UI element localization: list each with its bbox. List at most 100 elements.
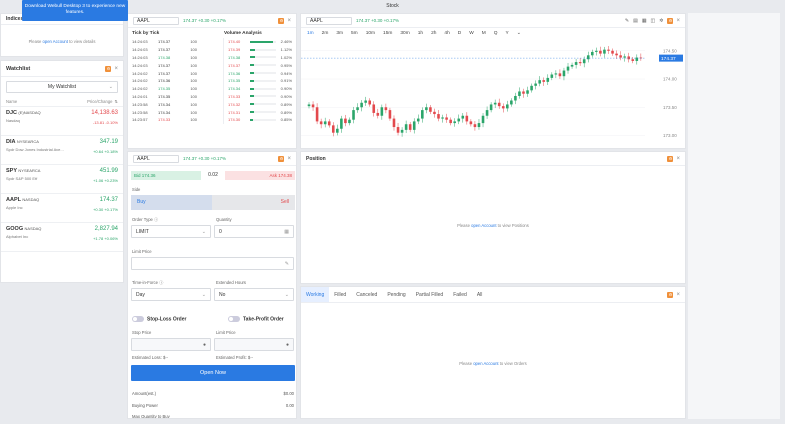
draw-icon[interactable]: ✎ — [625, 18, 629, 24]
settings-icon[interactable]: ⚙ — [278, 17, 285, 24]
order-type-select[interactable]: LIMIT ⌄ — [131, 225, 211, 238]
quantity-label: Quantity — [216, 217, 232, 222]
price-change: +0.64 +0.18% — [93, 149, 118, 154]
orders-tab-pending[interactable]: Pending — [382, 287, 410, 302]
timeframe-30m[interactable]: 30m — [400, 31, 409, 36]
estimated-loss: Estimated Loss: $-- — [132, 355, 169, 360]
candlestick-chart[interactable]: 174.50 174.00 173.50 173.00 174.37 — [301, 38, 685, 148]
open-account-link[interactable]: open Account — [471, 223, 496, 228]
order-symbol-input[interactable]: AAPL — [133, 154, 179, 163]
buying-power-label: Buying Power — [132, 403, 158, 408]
close-icon[interactable]: × — [114, 66, 118, 72]
close-icon[interactable]: × — [676, 156, 680, 162]
timeframe-4h[interactable]: 4h — [444, 31, 449, 36]
watchlist-item-goog[interactable]: GOOG NASDAQ Alphabet Inc 2,827.94 +1.78 +0.… — [1, 223, 123, 252]
layout-icon[interactable]: ▦ — [642, 18, 647, 24]
tick-symbol-input[interactable]: AAPL — [133, 16, 179, 25]
limit-price-input[interactable]: ✎ — [131, 257, 294, 270]
quantity-input[interactable]: 0 ▦ — [214, 225, 294, 238]
bid-price[interactable]: Bid 174.36 — [131, 171, 201, 180]
take-profit-toggle[interactable]: Take-Profit Order — [228, 316, 284, 322]
candle-body — [412, 121, 416, 130]
stop-loss-toggle[interactable]: Stop-Loss Order — [132, 316, 186, 322]
orders-tab-filled[interactable]: Filled — [329, 287, 351, 302]
settings-icon[interactable]: ⚙ — [105, 65, 112, 72]
settings-icon[interactable]: ⚙ — [667, 155, 674, 162]
candle-body — [578, 62, 582, 64]
left-empty-area — [0, 285, 124, 419]
watchlist-selector[interactable]: My Watchlist ⌄ — [6, 81, 118, 93]
timeframe-bar: 1m 2m 3m 5m 10m 15m 30m 1h 2h 4h D W M Q Y ⌄ — [301, 28, 685, 38]
candle-body — [433, 111, 436, 115]
settings-icon[interactable]: ⚙ — [278, 155, 285, 162]
indicator-icon[interactable]: ▤ — [633, 18, 638, 24]
info-icon[interactable]: ● — [203, 342, 206, 348]
timeframe-15m[interactable]: 15m — [383, 31, 392, 36]
candle-body — [582, 59, 586, 64]
volume-row: 174.30 0.85% — [224, 116, 296, 124]
settings-icon[interactable]: ⚙ — [667, 291, 674, 298]
timeframe-5m[interactable]: 5m — [351, 31, 358, 36]
col-name[interactable]: Name — [6, 99, 17, 104]
tick-row: 14:24:02 174.37 100 — [128, 69, 223, 77]
open-account-link[interactable]: open Account — [43, 39, 68, 44]
info-icon[interactable]: ● — [286, 342, 289, 348]
extended-hours-select[interactable]: No ⌄ — [214, 288, 294, 301]
settings-icon[interactable]: ⚙ — [667, 17, 674, 24]
volume-bar — [250, 118, 254, 121]
volume-bar — [250, 79, 254, 82]
orders-tab-failed[interactable]: Failed — [448, 287, 472, 302]
orders-tab-canceled[interactable]: Canceled — [351, 287, 382, 302]
tif-select[interactable]: Day ⌄ — [131, 288, 211, 301]
timeframe-q[interactable]: Q — [494, 31, 498, 36]
col-price-change[interactable]: Price/Change — [87, 99, 112, 104]
timeframe-1m[interactable]: 1m — [307, 31, 314, 36]
info-icon[interactable]: ⓘ — [154, 217, 158, 222]
timeframe-2m[interactable]: 2m — [322, 31, 329, 36]
watchlist-item-spy[interactable]: SPY NYSEARCA Spdr S&P 500 Etf 451.99 +1.06 … — [1, 165, 123, 194]
sort-icon[interactable]: ⇅ — [114, 99, 118, 104]
open-now-button[interactable]: Open Now — [131, 365, 295, 381]
volume-row: 174.40 2.46% — [224, 38, 296, 46]
chart-symbol-input[interactable]: AAPL — [306, 16, 352, 25]
buy-button[interactable]: Buy — [131, 195, 212, 210]
close-icon[interactable]: × — [287, 18, 291, 24]
timeframe-w[interactable]: W — [469, 31, 474, 36]
close-icon[interactable]: × — [676, 292, 680, 298]
camera-icon[interactable]: ◫ — [651, 18, 656, 24]
limit-price2-input[interactable]: ● — [214, 338, 294, 351]
orders-tab-working[interactable]: Working — [301, 287, 330, 302]
watchlist-column-header: Name Price/Change ⇅ — [1, 97, 123, 107]
candle-body — [368, 100, 372, 105]
watchlist-item-aapl[interactable]: AAPL NASDAQ Apple Inc 174.37 +0.30 +0.17% — [1, 194, 123, 223]
candle-body — [327, 121, 331, 126]
calculator-icon[interactable]: ▦ — [284, 229, 289, 235]
ask-price[interactable]: Ask 174.38 — [225, 171, 295, 180]
close-icon[interactable]: × — [287, 156, 291, 162]
close-icon[interactable]: × — [676, 18, 680, 24]
sell-button[interactable]: Sell — [212, 195, 295, 210]
orders-tab-all[interactable]: All — [472, 287, 488, 302]
timeframe-3m[interactable]: 3m — [336, 31, 343, 36]
stop-price-input[interactable]: ● — [131, 338, 211, 351]
pencil-icon[interactable]: ✎ — [285, 261, 289, 267]
timeframe-1h[interactable]: 1h — [418, 31, 423, 36]
chevron-down-icon[interactable]: ⌄ — [517, 31, 521, 36]
orders-tab-partial-filled[interactable]: Partial Filled — [411, 287, 449, 302]
timeframe-10m[interactable]: 10m — [366, 31, 375, 36]
download-banner[interactable]: Download Webull Desktop 3 to experience … — [22, 0, 128, 21]
open-account-link[interactable]: open Account — [473, 361, 498, 366]
timeframe-2h[interactable]: 2h — [431, 31, 436, 36]
candle-body — [344, 118, 347, 124]
info-icon[interactable]: ⓘ — [159, 280, 163, 285]
gear-icon[interactable]: ✲ — [659, 18, 663, 24]
extended-hours-label: Extended Hours — [216, 280, 247, 285]
toggle-switch[interactable] — [228, 316, 240, 322]
watchlist-item-djc[interactable]: DJC (E)NASDAQ Nasdaq 14,138.63 -13.81 -0.10… — [1, 107, 123, 136]
toggle-switch[interactable] — [132, 316, 144, 322]
candle-body — [558, 73, 562, 77]
watchlist-item-dia[interactable]: DIA NYSEARCA Spdr Dow Jones Industrial Av… — [1, 136, 123, 165]
timeframe-d[interactable]: D — [458, 31, 461, 36]
timeframe-y[interactable]: Y — [505, 31, 508, 36]
timeframe-m[interactable]: M — [482, 31, 486, 36]
